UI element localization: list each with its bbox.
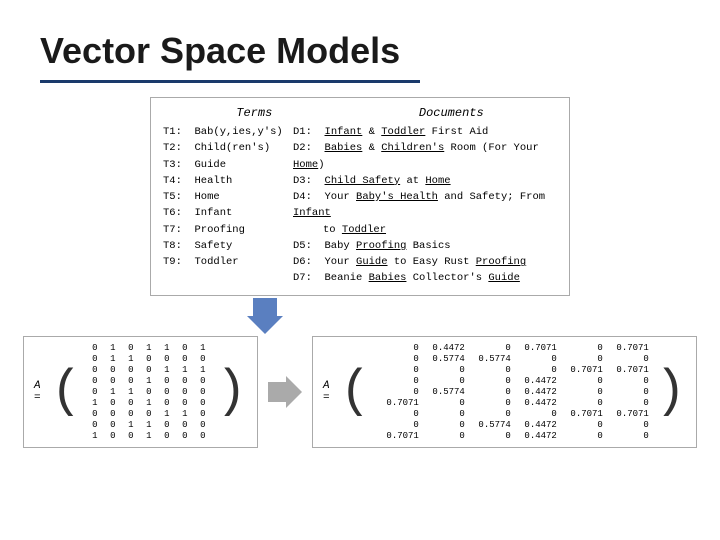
table-row: 00.57740.5774000: [377, 354, 649, 364]
title-underline: [40, 80, 420, 83]
docs-header: Documents: [419, 106, 484, 120]
terms-docs-table: Terms Documents T1: Bab(y,ies,y's) T2: C…: [150, 97, 570, 296]
right-bracket-2: ): [655, 366, 686, 418]
list-item: T7: Proofing: [163, 222, 283, 238]
arrow-head: [247, 316, 283, 334]
page-title: Vector Space Models: [40, 30, 680, 72]
table-row: 0101101: [88, 343, 210, 353]
down-arrow: [247, 298, 283, 334]
content-area: Terms Documents T1: Bab(y,ies,y's) T2: C…: [40, 97, 680, 448]
left-bracket-2: (: [340, 366, 371, 418]
table-row: 000.57740.447200: [377, 420, 649, 430]
table-row: 0011000: [88, 420, 210, 430]
table-row: 0000111: [88, 365, 210, 375]
table-row: 00.577400.447200: [377, 387, 649, 397]
table-header-row: Terms Documents: [163, 106, 557, 120]
list-item: T3: Guide: [163, 157, 283, 173]
table-body: T1: Bab(y,ies,y's) T2: Child(ren's) T3: …: [163, 124, 557, 287]
table-row: 0000.447200: [377, 376, 649, 386]
list-item: D3: Child Safety at Home: [293, 173, 557, 189]
table-row: 00.447200.707100.7071: [377, 343, 649, 353]
arrow-body: [268, 382, 286, 402]
list-item: D7: Beanie Babies Collector's Guide: [293, 270, 557, 286]
matrix-A-label: A =: [34, 380, 41, 404]
docs-column: D1: Infant & Toddler First Aid D2: Babie…: [293, 124, 557, 287]
matrix-A2-label: A =: [323, 380, 330, 404]
arrow-body: [253, 298, 277, 316]
table-row: 0001000: [88, 376, 210, 386]
left-bracket: (: [51, 366, 82, 418]
list-item: D1: Infant & Toddler First Aid: [293, 124, 557, 140]
table-row: 00000.70710.7071: [377, 365, 649, 375]
list-item: D4: Your Baby's Health and Safety; From …: [293, 189, 557, 222]
list-item: to Toddler: [293, 222, 557, 238]
list-item: T2: Child(ren's): [163, 140, 283, 156]
matrices-row: A = ( 0101101 0110000 0000111 0001000: [40, 336, 680, 448]
table-row: 0000110: [88, 409, 210, 419]
terms-header: Terms: [236, 106, 272, 120]
table-row: 00000.70710.7071: [377, 409, 649, 419]
table-row: 0110000: [88, 354, 210, 364]
list-item: T5: Home: [163, 189, 283, 205]
list-item: D6: Your Guide to Easy Rust Proofing: [293, 254, 557, 270]
table-row: 1001000: [88, 398, 210, 408]
list-item: T1: Bab(y,ies,y's): [163, 124, 283, 140]
right-bracket: ): [216, 366, 247, 418]
list-item: T4: Health: [163, 173, 283, 189]
table-row: 0.7071000.447200: [377, 431, 649, 441]
arrow-head: [286, 376, 302, 408]
matrix-A-container: A = ( 0101101 0110000 0000111 0001000: [23, 336, 258, 448]
list-item: D5: Baby Proofing Basics: [293, 238, 557, 254]
table-row: 0110000: [88, 387, 210, 397]
matrix-A-data: 0101101 0110000 0000111 0001000 0110000: [88, 343, 210, 441]
table-row: 1001000: [88, 431, 210, 441]
right-arrow: [268, 376, 302, 408]
list-item: T8: Safety: [163, 238, 283, 254]
matrix-A2-data: 00.447200.707100.7071 00.57740.5774000 0…: [377, 343, 649, 441]
matrix-A2-container: A = ( 00.447200.707100.7071 00.57740.577…: [312, 336, 697, 448]
list-item: T9: Toddler: [163, 254, 283, 270]
terms-column: T1: Bab(y,ies,y's) T2: Child(ren's) T3: …: [163, 124, 283, 287]
slide: Vector Space Models Terms Documents T1: …: [0, 0, 720, 540]
list-item: T6: Infant: [163, 205, 283, 221]
list-item: D2: Babies & Children's Room (For Your H…: [293, 140, 557, 173]
table-row: 0.7071000.447200: [377, 398, 649, 408]
